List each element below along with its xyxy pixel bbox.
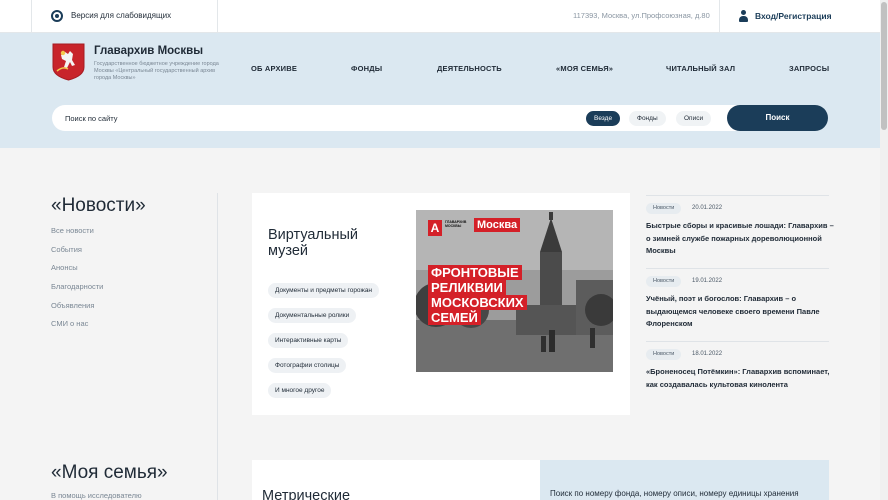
poster-logo-box: А — [428, 220, 442, 236]
side-link-events[interactable]: События — [51, 245, 82, 254]
metrics-card-title: Метрические — [262, 488, 351, 500]
tag-maps[interactable]: Интерактивные карты — [268, 333, 349, 348]
filter-funds[interactable]: Фонды — [629, 111, 666, 126]
tag-videos[interactable]: Документальные ролики — [268, 308, 357, 323]
news-date: 20.01.2022 — [692, 205, 723, 211]
nav-reading-room[interactable]: ЧИТАЛЬНЫЙ ЗАЛ — [666, 64, 735, 73]
header: Главархив Москвы Государственное бюджетн… — [0, 33, 880, 148]
side-link-announcements[interactable]: Анонсы — [51, 263, 78, 272]
news-badge: Новости — [646, 349, 682, 360]
tag-more[interactable]: И многое другое — [268, 383, 332, 398]
news-date: 19.01.2022 — [692, 278, 723, 284]
login-link[interactable]: Вход/Регистрация — [755, 11, 832, 21]
search-button[interactable]: Поиск — [727, 105, 828, 131]
poster-line: СЕМЕЙ — [428, 310, 481, 325]
divider — [217, 0, 218, 33]
news-title[interactable]: «Броненосец Потёмкин»: Главархив вспомин… — [646, 366, 836, 391]
brand-subtitle: Государственное бюджетное учреждение гор… — [94, 61, 219, 81]
eye-icon[interactable] — [51, 10, 63, 22]
side-link-research-help[interactable]: В помощь исследователю — [51, 491, 142, 500]
news-badge: Новости — [646, 203, 682, 214]
search-bar: Поиск по сайту Везде Фонды Описи Поиск — [52, 105, 828, 131]
exhibition-poster[interactable]: А ГЛАВАРХИВ МОСКВЫ Москва ФРОНТОВЫЕ РЕЛИ… — [416, 210, 613, 372]
scrollbar-thumb[interactable] — [881, 2, 887, 130]
metrics-card[interactable]: Метрические — [252, 460, 540, 500]
poster-line: МОСКОВСКИХ — [428, 295, 527, 310]
column-divider — [217, 193, 218, 500]
card-title: Виртуальный музей — [268, 227, 359, 259]
news-title[interactable]: Учёный, поэт и богослов: Главархив – о в… — [646, 293, 836, 331]
news-section-title: «Новости» — [51, 195, 146, 216]
side-link-notices[interactable]: Объявления — [51, 301, 94, 310]
nav-my-family[interactable]: «МОЯ СЕМЬЯ» — [556, 64, 613, 73]
search-hint-card: Поиск по номеру фонда, номеру описи, ном… — [540, 460, 829, 500]
page-scrollbar[interactable] — [880, 0, 888, 500]
news-title[interactable]: Быстрые сборы и красивые лошади: Главарх… — [646, 220, 836, 258]
side-link-media[interactable]: СМИ о нас — [51, 319, 88, 328]
divider — [31, 0, 32, 33]
accessibility-link[interactable]: Версия для слабовидящих — [71, 11, 171, 20]
search-hint-text: Поиск по номеру фонда, номеру описи, ном… — [550, 489, 799, 498]
side-link-thanks[interactable]: Благодарности — [51, 282, 103, 291]
poster-line: РЕЛИКВИИ — [428, 280, 506, 295]
poster-logo-word: Москва — [474, 218, 521, 232]
side-link-all-news[interactable]: Все новости — [51, 226, 94, 235]
poster-line: ФРОНТОВЫЕ — [428, 265, 522, 280]
filter-inventories[interactable]: Описи — [676, 111, 712, 126]
search-input[interactable]: Поиск по сайту — [65, 114, 118, 123]
divider — [719, 0, 720, 33]
moscow-crest-logo[interactable] — [52, 43, 85, 81]
top-bar: Версия для слабовидящих 117393, Москва, … — [0, 0, 880, 33]
divider — [646, 195, 829, 196]
filter-everywhere[interactable]: Везде — [586, 111, 621, 126]
poster-logo-small: ГЛАВАРХИВ МОСКВЫ — [445, 220, 467, 228]
tag-documents[interactable]: Документы и предметы горожан — [268, 283, 380, 298]
virtual-museum-card[interactable]: Виртуальный музей Документы и предметы г… — [252, 193, 630, 415]
divider — [646, 341, 829, 342]
nav-funds[interactable]: ФОНДЫ — [351, 64, 382, 73]
nav-activity[interactable]: ДЕЯТЕЛЬНОСТЬ — [437, 64, 502, 73]
tag-photos[interactable]: Фотографии столицы — [268, 358, 347, 373]
nav-about[interactable]: ОБ АРХИВЕ — [251, 64, 297, 73]
news-date: 18.01.2022 — [692, 351, 723, 357]
family-section-title: «Моя семья» — [51, 462, 168, 483]
address-text: 117393, Москва, ул.Профсоюзная, д.80 — [573, 11, 710, 20]
brand-name[interactable]: Главархив Москвы — [94, 45, 203, 57]
nav-requests[interactable]: ЗАПРОСЫ — [789, 64, 829, 73]
user-icon[interactable] — [739, 10, 748, 22]
news-badge: Новости — [646, 276, 682, 287]
divider — [646, 268, 829, 269]
